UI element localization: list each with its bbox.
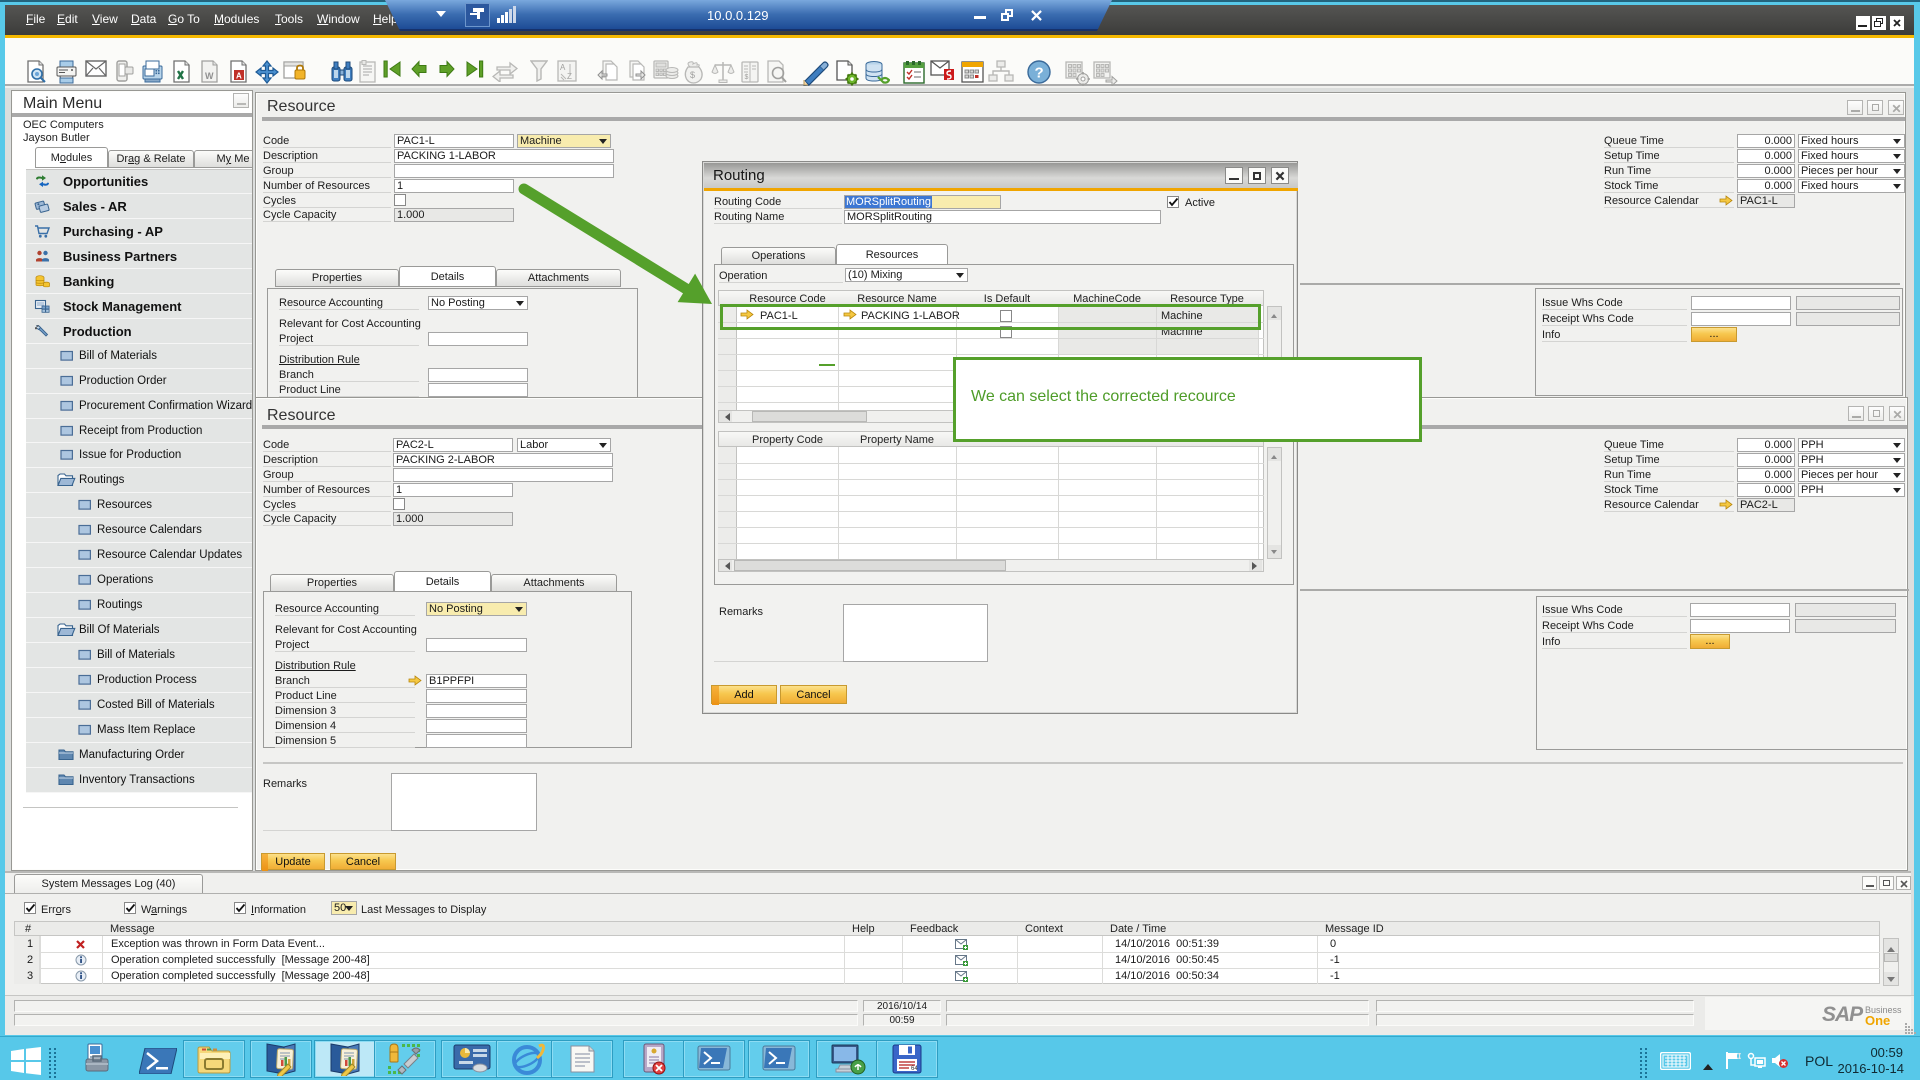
svg-text:$: $ [745, 74, 749, 81]
svg-text:A: A [236, 72, 242, 81]
svg-text:?: ? [1035, 65, 1044, 82]
svg-text:A: A [560, 63, 566, 72]
svg-text:W: W [205, 71, 214, 81]
svg-text:64: 64 [911, 1066, 918, 1072]
svg-text:$: $ [690, 70, 695, 80]
